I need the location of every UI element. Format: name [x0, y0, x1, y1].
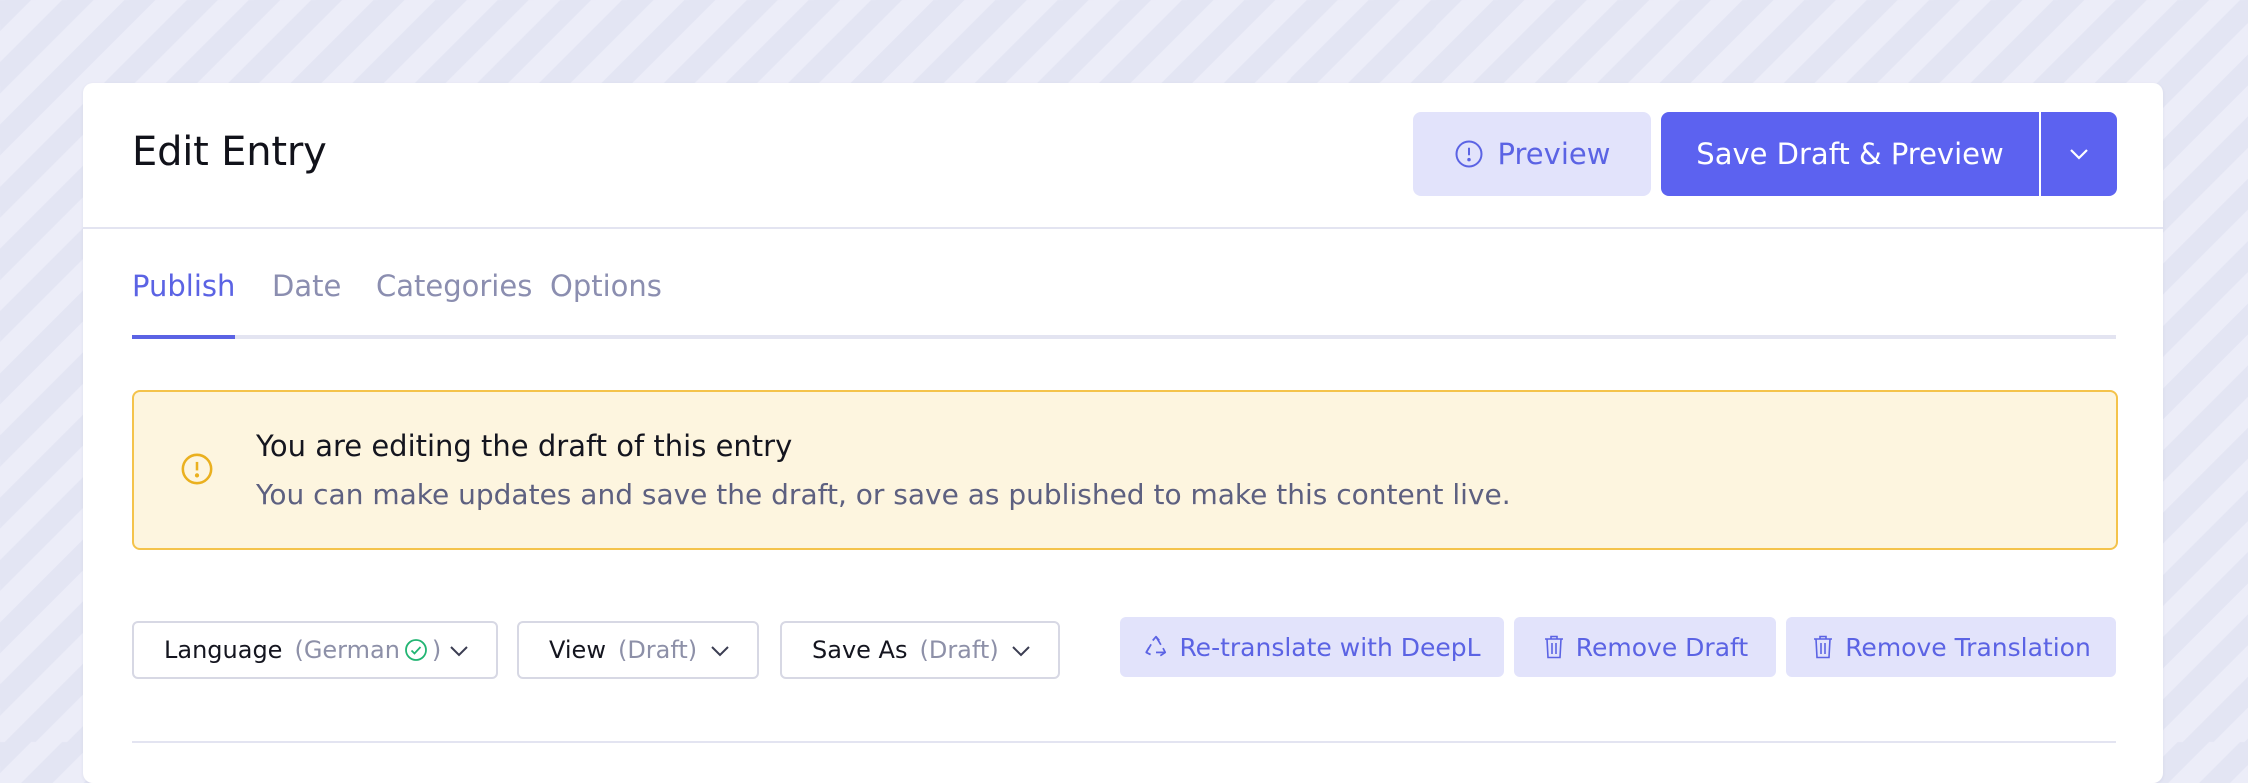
remove-draft-button[interactable]: Remove Draft: [1514, 617, 1776, 677]
alert-circle-icon: [1454, 139, 1484, 169]
chevron-down-icon: [1010, 640, 1032, 668]
view-value: (Draft): [617, 636, 698, 664]
trash-icon: [1542, 634, 1566, 660]
draft-notice: You are editing the draft of this entry …: [132, 390, 2118, 550]
chevron-down-icon: [2068, 147, 2090, 161]
language-label: Language: [164, 636, 283, 664]
section-divider: [132, 741, 2116, 743]
edit-entry-card: Edit Entry Preview Save Draft & Preview …: [83, 83, 2163, 783]
remove-translation-label: Remove Translation: [1845, 632, 2091, 662]
language-value-text: (German: [294, 636, 400, 664]
language-select[interactable]: Language (German ): [132, 621, 498, 679]
trash-icon: [1811, 634, 1835, 660]
save-as-label: Save As: [812, 636, 908, 664]
chevron-down-icon: [709, 640, 731, 668]
notice-body: You can make updates and save the draft,…: [256, 478, 1511, 511]
tab-options[interactable]: Options: [550, 269, 662, 335]
remove-draft-label: Remove Draft: [1575, 632, 1749, 662]
tab-categories[interactable]: Categories: [376, 269, 532, 335]
language-value: (German ): [294, 636, 441, 664]
tab-bar: Publish Date Categories Options: [132, 269, 2116, 339]
view-label: View: [549, 636, 606, 664]
chevron-down-icon: [448, 640, 470, 668]
language-value-close: ): [431, 636, 442, 664]
retranslate-label: Re-translate with DeepL: [1179, 632, 1481, 662]
save-options-dropdown-button[interactable]: [2041, 112, 2117, 196]
preview-button[interactable]: Preview: [1413, 112, 1651, 196]
view-select[interactable]: View (Draft): [517, 621, 759, 679]
tab-date[interactable]: Date: [272, 269, 341, 335]
warning-circle-icon: [180, 452, 214, 490]
preview-label: Preview: [1497, 137, 1611, 171]
remove-translation-button[interactable]: Remove Translation: [1786, 617, 2116, 677]
page-title: Edit Entry: [132, 129, 327, 175]
check-circle-icon: [404, 638, 428, 662]
card-header: Edit Entry Preview Save Draft & Preview: [83, 83, 2163, 229]
save-draft-preview-button[interactable]: Save Draft & Preview: [1661, 112, 2039, 196]
save-as-select[interactable]: Save As (Draft): [780, 621, 1060, 679]
notice-title: You are editing the draft of this entry: [256, 429, 793, 463]
recycle-icon: [1143, 634, 1169, 660]
save-as-value: (Draft): [919, 636, 999, 664]
retranslate-deepl-button[interactable]: Re-translate with DeepL: [1120, 617, 1504, 677]
tab-publish[interactable]: Publish: [132, 269, 236, 339]
save-label: Save Draft & Preview: [1696, 137, 2004, 171]
